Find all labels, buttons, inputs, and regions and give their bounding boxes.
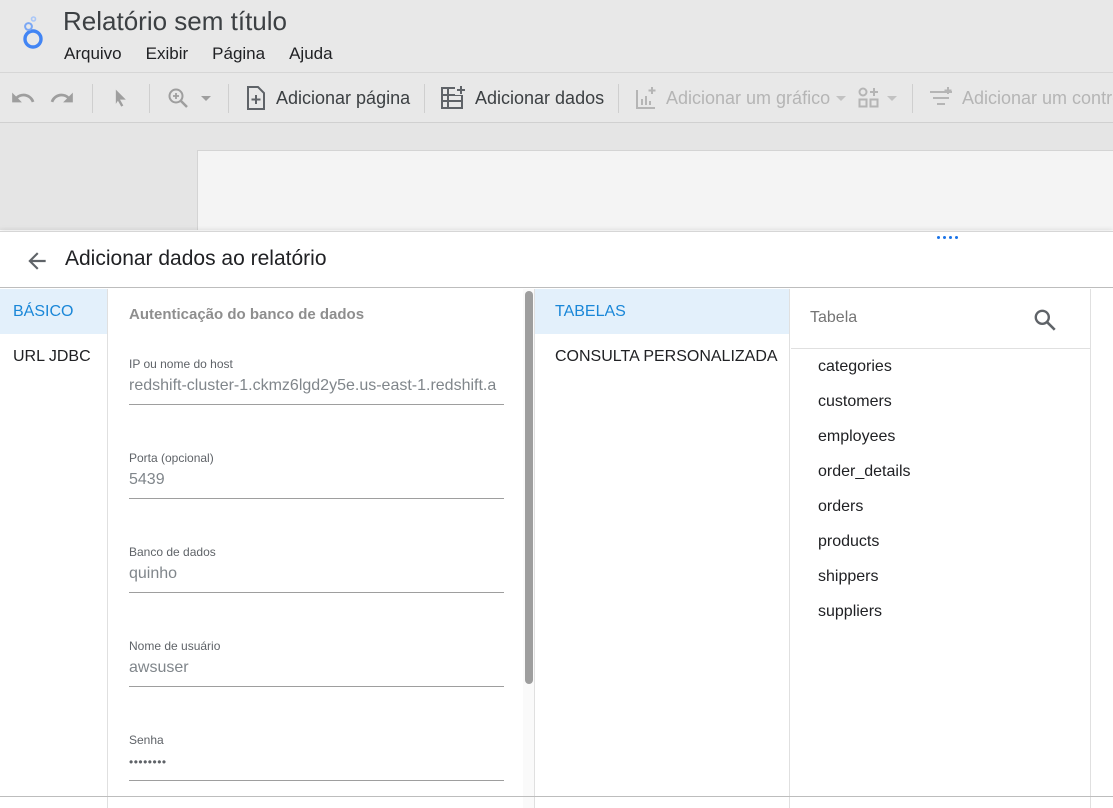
username-input[interactable]: awsuser — [129, 659, 504, 677]
toolbar-divider — [424, 84, 425, 113]
add-page-label: Adicionar página — [276, 87, 411, 108]
report-canvas — [0, 123, 1113, 230]
table-item-products[interactable]: products — [791, 524, 1091, 559]
table-item-employees[interactable]: employees — [791, 419, 1091, 454]
add-page-icon — [247, 86, 265, 110]
redo-button[interactable] — [49, 73, 75, 123]
add-component-icon — [858, 87, 879, 108]
undo-button[interactable] — [10, 73, 36, 123]
port-label: Porta (opcional) — [129, 451, 214, 465]
nav-basic[interactable]: BÁSICO — [0, 289, 107, 334]
panel-header: Adicionar dados ao relatório — [0, 232, 1113, 288]
form-scrollbar[interactable] — [523, 289, 535, 808]
host-label: IP ou nome do host — [129, 357, 233, 371]
back-arrow-icon[interactable] — [24, 248, 50, 274]
toolbar-divider — [149, 84, 150, 113]
password-input[interactable]: •••••••• — [129, 755, 504, 769]
database-auth-form: Autenticação do banco de dados IP ou nom… — [109, 289, 525, 808]
form-section-title: Autenticação do banco de dados — [129, 306, 365, 323]
menu-ajuda[interactable]: Ajuda — [277, 43, 344, 65]
filter-control-icon — [930, 87, 952, 105]
menu-arquivo[interactable]: Arquivo — [52, 43, 134, 65]
table-item-orders[interactable]: orders — [791, 489, 1091, 524]
menu-pagina[interactable]: Página — [200, 43, 277, 65]
table-search-input[interactable] — [810, 309, 1010, 327]
toolbar: Adicionar página Adicionar dados Adicion… — [0, 72, 1113, 123]
looker-studio-logo-icon[interactable] — [18, 12, 48, 52]
connection-mode-nav: BÁSICO URL JDBC — [0, 289, 108, 808]
add-chart-icon — [636, 87, 656, 109]
table-picker: categories customers employees order_det… — [791, 289, 1091, 808]
redo-icon — [50, 92, 73, 103]
add-data-button[interactable]: Adicionar dados — [439, 73, 604, 123]
tab-tables[interactable]: TABELAS — [535, 289, 789, 334]
tab-custom-query[interactable]: CONSULTA PERSONALIZADA — [535, 334, 789, 379]
table-item-categories[interactable]: categories — [791, 349, 1091, 384]
add-page-button[interactable]: Adicionar página — [244, 73, 410, 123]
search-icon[interactable] — [1032, 307, 1058, 333]
database-input[interactable]: quinho — [129, 565, 504, 583]
toolbar-divider — [912, 84, 913, 113]
zoom-button[interactable] — [166, 73, 211, 123]
undo-icon — [12, 92, 35, 103]
add-data-icon — [441, 85, 467, 109]
add-component-button[interactable] — [857, 73, 897, 123]
chevron-down-icon — [836, 95, 847, 101]
table-search-row — [791, 289, 1091, 349]
host-field[interactable]: IP ou nome do host redshift-cluster-1.ck… — [129, 357, 504, 405]
menu-exibir[interactable]: Exibir — [134, 43, 201, 65]
add-data-label: Adicionar dados — [475, 87, 605, 108]
app-header: Relatório sem título Arquivo Exibir Pági… — [0, 0, 1113, 72]
select-tool-button[interactable] — [110, 73, 130, 123]
add-control-button[interactable]: Adicionar um controle — [928, 73, 1113, 123]
toolbar-divider — [92, 84, 93, 113]
add-data-panel: Adicionar dados ao relatório BÁSICO URL … — [0, 231, 1113, 808]
toolbar-divider — [228, 84, 229, 113]
host-input[interactable]: redshift-cluster-1.ckmz6lgd2y5e.us-east-… — [129, 377, 504, 395]
add-chart-button[interactable]: Adicionar um gráfico — [634, 73, 847, 123]
report-page[interactable] — [197, 150, 1113, 230]
table-item-suppliers[interactable]: suppliers — [791, 594, 1091, 629]
nav-jdbc-url[interactable]: URL JDBC — [0, 334, 107, 379]
pointer-icon — [115, 89, 126, 107]
table-list: categories customers employees order_det… — [791, 349, 1091, 629]
port-field[interactable]: Porta (opcional) 5439 — [129, 451, 504, 499]
chevron-down-icon — [887, 95, 897, 101]
panel-bottom-divider — [0, 796, 1113, 797]
username-label: Nome de usuário — [129, 639, 221, 653]
add-control-label: Adicionar um controle — [962, 87, 1113, 108]
table-item-customers[interactable]: customers — [791, 384, 1091, 419]
toolbar-divider — [618, 84, 619, 113]
table-item-order-details[interactable]: order_details — [791, 454, 1091, 489]
menu-bar: Arquivo Exibir Página Ajuda — [52, 43, 345, 65]
report-title[interactable]: Relatório sem título — [63, 6, 287, 37]
add-chart-label: Adicionar um gráfico — [666, 87, 831, 108]
form-scroll-thumb[interactable] — [525, 291, 533, 684]
table-item-shippers[interactable]: shippers — [791, 559, 1091, 594]
chevron-down-icon — [201, 95, 211, 101]
panel-title: Adicionar dados ao relatório — [65, 247, 327, 270]
username-field[interactable]: Nome de usuário awsuser — [129, 639, 504, 687]
password-label: Senha — [129, 733, 164, 747]
port-input[interactable]: 5439 — [129, 471, 504, 489]
database-field[interactable]: Banco de dados quinho — [129, 545, 504, 593]
zoom-in-icon — [168, 88, 188, 108]
password-field[interactable]: Senha •••••••• — [129, 733, 504, 781]
database-label: Banco de dados — [129, 545, 216, 559]
source-type-tabs: TABELAS CONSULTA PERSONALIZADA — [535, 289, 790, 808]
